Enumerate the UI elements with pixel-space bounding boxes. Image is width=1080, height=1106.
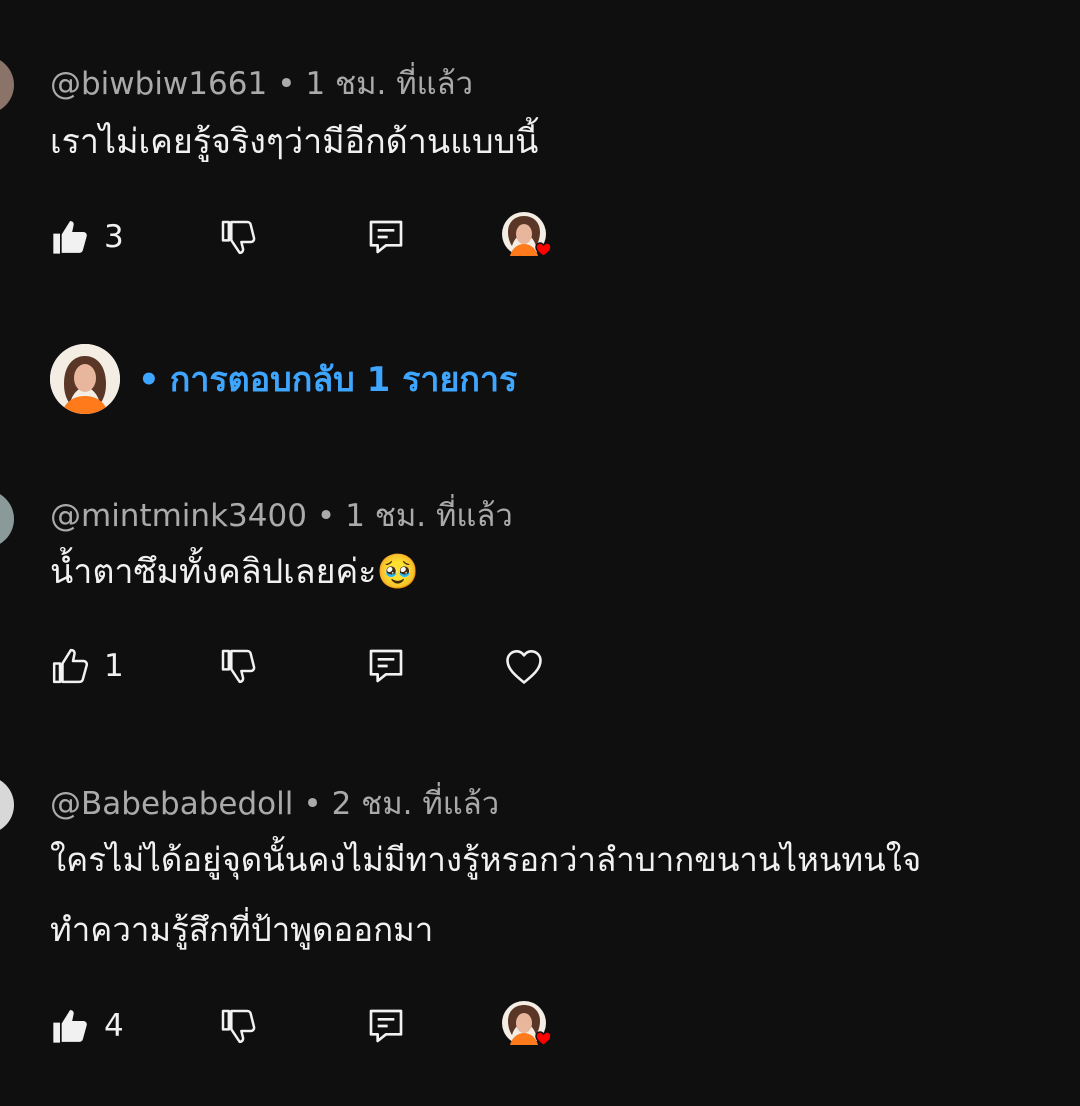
separator-dot: • xyxy=(316,498,336,534)
separator-dot: • xyxy=(138,360,160,400)
comment-author[interactable]: @mintmink3400 xyxy=(50,498,307,534)
heart-icon xyxy=(535,1031,552,1048)
like-icon xyxy=(52,648,89,684)
dislike-button[interactable] xyxy=(218,212,258,262)
dislike-button[interactable] xyxy=(218,1001,258,1051)
creator-heart-badge[interactable] xyxy=(502,212,552,259)
comment-meta: @mintmink3400 • 1 ชม. ที่แล้ว xyxy=(50,490,513,540)
reply-button[interactable] xyxy=(366,1001,406,1051)
reply-icon xyxy=(369,1009,403,1043)
comment-text: เราไม่เคยรู้จริงๆว่ามีอีกด้านแบบนี้ xyxy=(50,122,539,162)
reply-icon xyxy=(369,649,403,683)
like-count: 4 xyxy=(104,1008,124,1044)
comment-meta: @biwbiw1661 • 1 ชม. ที่แล้ว xyxy=(50,58,473,108)
dislike-icon xyxy=(221,649,256,684)
reply-button[interactable] xyxy=(366,212,406,262)
comment-actions: 3 xyxy=(50,212,570,262)
heart-button[interactable] xyxy=(502,641,546,691)
comment-text: น้ำตาซึมทั้งคลิปเลยค่ะ🥹 xyxy=(50,552,419,592)
like-icon xyxy=(53,1010,87,1043)
like-count: 3 xyxy=(104,219,124,255)
separator-dot: • xyxy=(277,66,296,102)
commenter-avatar[interactable] xyxy=(0,776,14,834)
comment-actions: 4 xyxy=(50,1001,570,1051)
comment-meta: @Babebabedoll • 2 ชม. ที่แล้ว xyxy=(50,778,499,828)
like-button[interactable]: 1 xyxy=(50,641,124,691)
dislike-button[interactable] xyxy=(218,641,258,691)
like-icon xyxy=(53,221,87,254)
dislike-icon xyxy=(221,220,256,255)
creator-heart-badge[interactable] xyxy=(502,1001,552,1048)
like-button[interactable]: 3 xyxy=(50,212,124,262)
reply-icon xyxy=(369,220,403,254)
separator-dot: • xyxy=(303,786,322,822)
commenter-avatar[interactable] xyxy=(0,490,14,548)
comment-time: 2 ชม. ที่แล้ว xyxy=(331,786,500,822)
comment-text-line-1: ใครไม่ได้อยู่จุดนั้นคงไม่มีทางรู้หรอกว่า… xyxy=(50,840,922,879)
creator-avatar xyxy=(50,344,120,414)
comment-actions: 1 xyxy=(50,641,570,691)
dislike-icon xyxy=(221,1009,256,1044)
like-count: 1 xyxy=(104,648,124,684)
comment-author[interactable]: @biwbiw1661 xyxy=(50,66,267,102)
heart-icon xyxy=(535,242,552,259)
comment-text-line-2: ทำความรู้สึกที่ป้าพูดออกมา xyxy=(50,910,434,949)
view-replies-label: • การตอบกลับ 1 รายการ xyxy=(138,352,517,406)
comment-author[interactable]: @Babebabedoll xyxy=(50,786,293,822)
comment-time: 1 ชม. ที่แล้ว xyxy=(305,66,474,102)
reply-count-text: การตอบกลับ 1 รายการ xyxy=(169,360,518,400)
like-button[interactable]: 4 xyxy=(50,1001,124,1051)
reply-button[interactable] xyxy=(366,641,406,691)
heart-icon xyxy=(506,650,542,684)
comment-time: 1 ชม. ที่แล้ว xyxy=(345,498,513,534)
view-replies-link[interactable]: • การตอบกลับ 1 รายการ xyxy=(50,343,517,415)
commenter-avatar[interactable] xyxy=(0,56,14,114)
